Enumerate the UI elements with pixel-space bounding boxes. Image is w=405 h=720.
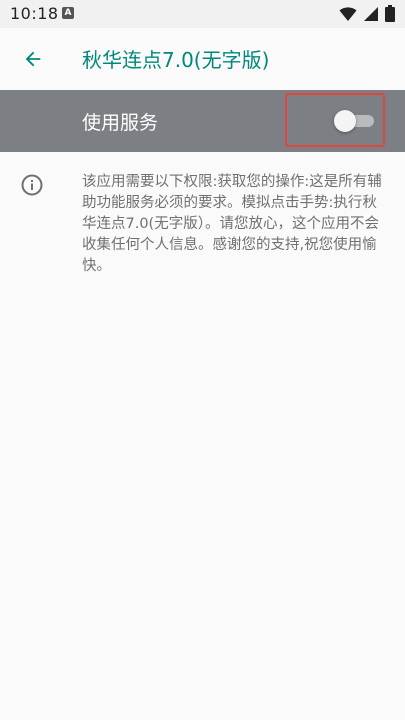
status-time: 10:18 [10, 4, 59, 23]
service-switch[interactable] [334, 110, 376, 132]
status-bar: 10:18 A [0, 0, 405, 28]
status-icons [339, 5, 395, 22]
page-title: 秋华连点7.0(无字版) [82, 48, 270, 72]
permission-description: 该应用需要以下权限:获取您的操作:这是所有辅助功能服务必须的要求。模拟点击手势:… [82, 174, 382, 274]
notification-icon: A [62, 7, 74, 19]
app-bar: 秋华连点7.0(无字版) [0, 28, 405, 90]
service-toggle-row[interactable]: 使用服务 [0, 90, 405, 152]
wifi-icon [339, 6, 357, 21]
signal-icon [364, 6, 378, 21]
switch-thumb [334, 110, 356, 132]
arrow-back-icon [25, 51, 41, 67]
back-button[interactable] [14, 40, 52, 78]
battery-icon [385, 5, 395, 22]
info-icon [21, 174, 43, 196]
service-label: 使用服务 [82, 112, 159, 134]
